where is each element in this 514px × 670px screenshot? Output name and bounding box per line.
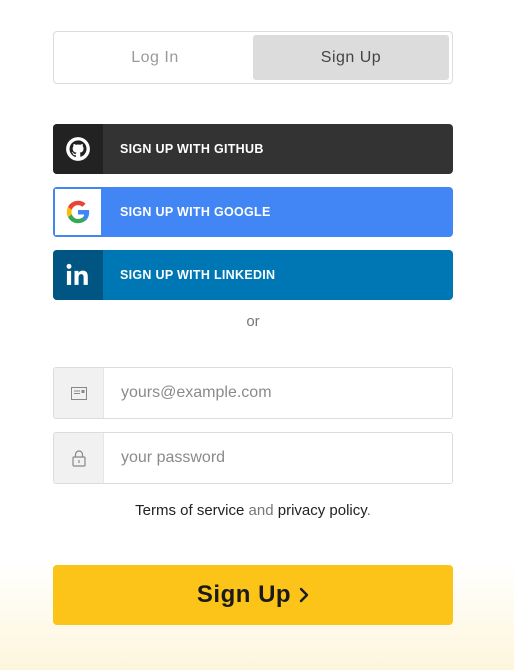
password-input[interactable] <box>104 433 452 483</box>
github-icon <box>53 124 103 174</box>
signup-panel: Log In Sign Up SIGN UP WITH GITHUB SIGN … <box>53 31 453 625</box>
lock-icon <box>54 433 104 483</box>
linkedin-signup-label: SIGN UP WITH LINKEDIN <box>120 268 276 282</box>
google-signup-button[interactable]: SIGN UP WITH GOOGLE <box>53 187 453 237</box>
google-icon <box>53 187 103 237</box>
github-signup-button[interactable]: SIGN UP WITH GITHUB <box>53 124 453 174</box>
tab-signup[interactable]: Sign Up <box>253 35 449 80</box>
email-field <box>53 367 453 419</box>
or-separator: or <box>246 313 260 330</box>
terms-text: Terms of service and privacy policy. <box>53 502 453 519</box>
linkedin-signup-button[interactable]: SIGN UP WITH LINKEDIN <box>53 250 453 300</box>
terms-of-service-link[interactable]: Terms of service <box>135 502 244 519</box>
envelope-icon <box>54 368 104 418</box>
password-field <box>53 432 453 484</box>
signup-submit-button[interactable]: Sign Up <box>53 565 453 625</box>
terms-period: . <box>366 502 371 519</box>
signup-submit-label: Sign Up <box>196 581 292 608</box>
terms-and-text: and <box>244 502 278 519</box>
email-input[interactable] <box>104 368 452 418</box>
chevron-right-icon <box>299 587 309 603</box>
github-signup-label: SIGN UP WITH GITHUB <box>120 142 264 156</box>
linkedin-icon <box>53 250 103 300</box>
social-buttons: SIGN UP WITH GITHUB SIGN UP WITH GOOGLE <box>53 124 453 300</box>
privacy-policy-link[interactable]: privacy policy <box>278 502 367 519</box>
google-signup-label: SIGN UP WITH GOOGLE <box>120 205 271 219</box>
tab-login[interactable]: Log In <box>57 35 253 80</box>
auth-tabs: Log In Sign Up <box>53 31 453 84</box>
